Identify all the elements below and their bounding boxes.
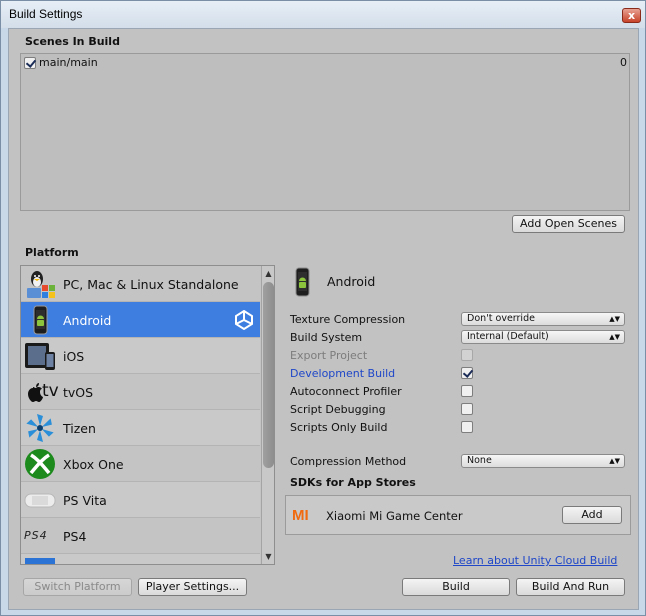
- compression-method-dropdown[interactable]: None ▲▼: [461, 454, 625, 468]
- windows-store-icon: [25, 558, 55, 564]
- script-debugging-label: Script Debugging: [290, 403, 386, 416]
- scene-index: 0: [620, 56, 627, 69]
- scroll-down-icon[interactable]: ▼: [263, 551, 274, 562]
- dropdown-value: Don't override: [467, 313, 535, 324]
- ps-vita-icon: [24, 493, 56, 508]
- platform-label: PS Vita: [63, 493, 107, 508]
- dropdown-value: Internal (Default): [467, 331, 549, 342]
- client-area: Scenes In Build main/main 0 Add Open Sce…: [8, 28, 639, 610]
- script-debugging-checkbox[interactable]: [461, 403, 473, 415]
- tizen-icon: [26, 414, 54, 442]
- platform-label: PS4: [63, 529, 87, 544]
- autoconnect-profiler-checkbox[interactable]: [461, 385, 473, 397]
- platform-label: iOS: [63, 349, 85, 364]
- development-build-checkbox[interactable]: [461, 367, 473, 379]
- build-system-dropdown[interactable]: Internal (Default) ▲▼: [461, 330, 625, 344]
- unity-cloud-build-link[interactable]: Learn about Unity Cloud Build: [453, 554, 617, 567]
- platform-item-ps-vita[interactable]: PS Vita: [21, 482, 260, 518]
- scroll-up-icon[interactable]: ▲: [263, 268, 274, 279]
- build-system-label: Build System: [290, 331, 363, 344]
- ios-icon: [25, 343, 55, 370]
- tv-text: tv: [42, 381, 59, 401]
- scenes-header: Scenes In Build: [25, 35, 120, 48]
- texture-compression-label: Texture Compression: [290, 313, 406, 326]
- dropdown-arrow-icon: ▲▼: [609, 333, 620, 341]
- xbox-icon: [25, 449, 55, 479]
- build-button[interactable]: Build: [402, 578, 510, 596]
- dropdown-value: None: [467, 455, 492, 466]
- scenes-list[interactable]: main/main 0: [20, 53, 630, 211]
- platform-label: Android: [63, 313, 112, 328]
- window-title: Build Settings: [9, 7, 83, 21]
- autoconnect-profiler-label: Autoconnect Profiler: [290, 385, 402, 398]
- sdk-add-button[interactable]: Add: [562, 506, 622, 524]
- sdk-row: MI Xiaomi Mi Game Center Add: [285, 495, 631, 535]
- platform-item-tvos[interactable]: tv tvOS: [21, 374, 260, 410]
- scene-row[interactable]: main/main 0: [23, 56, 627, 71]
- platform-scrollbar[interactable]: ▲ ▼: [261, 266, 274, 564]
- xiaomi-logo-icon: MI: [292, 507, 309, 524]
- title-bar[interactable]: Build Settings x: [1, 1, 645, 28]
- platform-label: Tizen: [63, 421, 96, 436]
- unity-logo-icon: [235, 310, 253, 330]
- selected-platform-name: Android: [327, 274, 376, 289]
- export-project-checkbox[interactable]: [461, 349, 473, 361]
- dropdown-arrow-icon: ▲▼: [609, 457, 620, 465]
- platform-label: Xbox One: [63, 457, 124, 472]
- close-icon: x: [627, 9, 636, 22]
- compression-method-label: Compression Method: [290, 455, 407, 468]
- build-and-run-button[interactable]: Build And Run: [516, 578, 625, 596]
- scripts-only-build-checkbox[interactable]: [461, 421, 473, 433]
- texture-compression-dropdown[interactable]: Don't override ▲▼: [461, 312, 625, 326]
- close-button[interactable]: x: [622, 8, 641, 23]
- platform-label: tvOS: [63, 385, 94, 400]
- platform-item-tizen[interactable]: Tizen: [21, 410, 260, 446]
- development-build-label: Development Build: [290, 367, 396, 380]
- add-open-scenes-button[interactable]: Add Open Scenes: [512, 215, 625, 233]
- switch-platform-button[interactable]: Switch Platform: [23, 578, 132, 596]
- sdk-name: Xiaomi Mi Game Center: [326, 509, 463, 523]
- ps4-icon: PS4: [24, 529, 48, 542]
- scene-checkbox[interactable]: [24, 57, 36, 69]
- platform-list[interactable]: PC, Mac & Linux Standalone Android iOS t…: [20, 265, 275, 565]
- platform-item-pc[interactable]: PC, Mac & Linux Standalone: [21, 266, 260, 302]
- platform-item-android[interactable]: Android: [21, 302, 260, 338]
- platform-item-ios[interactable]: iOS: [21, 338, 260, 374]
- platform-header: Platform: [25, 246, 79, 259]
- platform-item-xbox[interactable]: Xbox One: [21, 446, 260, 482]
- scripts-only-build-label: Scripts Only Build: [290, 421, 388, 434]
- dropdown-arrow-icon: ▲▼: [609, 315, 620, 323]
- sdks-header: SDKs for App Stores: [290, 476, 416, 489]
- scene-name: main/main: [39, 56, 98, 69]
- scroll-thumb[interactable]: [263, 282, 274, 468]
- pc-mac-linux-icon: [27, 271, 55, 298]
- build-settings-window: Build Settings x Scenes In Build main/ma…: [0, 0, 646, 616]
- platform-label: PC, Mac & Linux Standalone: [63, 277, 239, 292]
- player-settings-button[interactable]: Player Settings...: [138, 578, 247, 596]
- android-icon: [33, 305, 48, 335]
- platform-item-partial[interactable]: [21, 554, 260, 564]
- platform-item-ps4[interactable]: PS4 PS4: [21, 518, 260, 554]
- export-project-label: Export Project: [290, 349, 368, 362]
- android-header-icon: [295, 267, 310, 297]
